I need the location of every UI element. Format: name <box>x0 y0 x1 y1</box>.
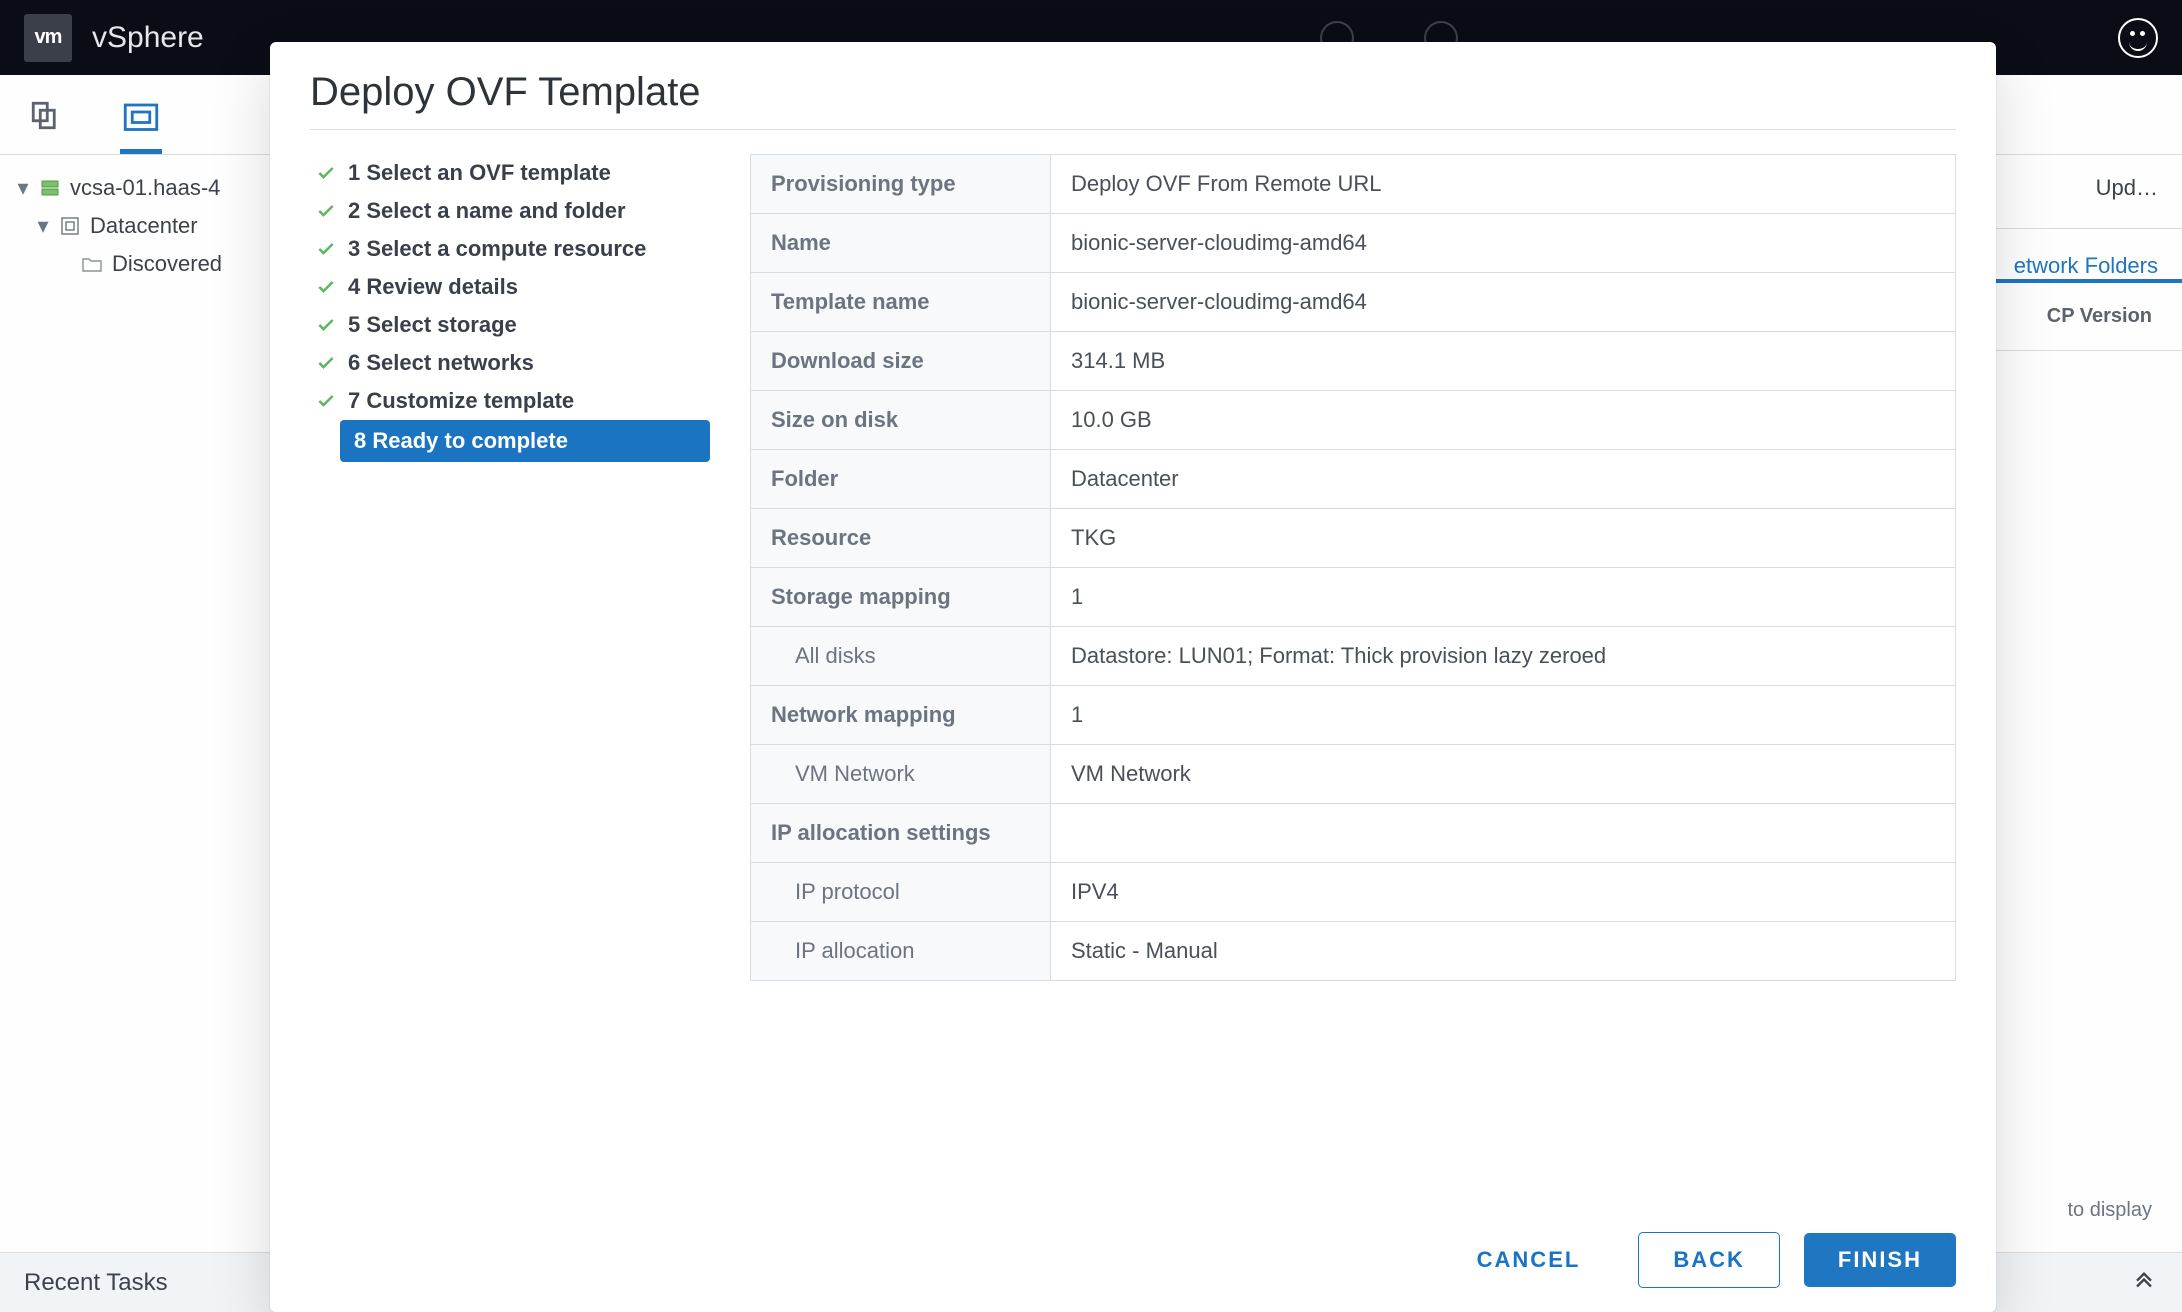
cancel-button[interactable]: CANCEL <box>1443 1233 1615 1287</box>
summary-value: 1 <box>1051 568 1956 627</box>
summary-key: Folder <box>751 450 1051 509</box>
step-2-name-folder[interactable]: 2 Select a name and folder <box>310 192 710 230</box>
check-icon <box>316 163 336 183</box>
check-icon <box>316 353 336 373</box>
row-provisioning-type: Provisioning type Deploy OVF From Remote… <box>751 155 1956 214</box>
vmware-logo: vm <box>24 14 72 62</box>
row-storage-mapping: Storage mapping 1 <box>751 568 1956 627</box>
summary-key: All disks <box>751 627 1051 686</box>
step-label: 2 Select a name and folder <box>348 198 626 224</box>
summary-key: IP protocol <box>751 863 1051 922</box>
row-template-name: Template name bionic-server-cloudimg-amd… <box>751 273 1956 332</box>
step-4-review[interactable]: 4 Review details <box>310 268 710 306</box>
check-icon <box>316 315 336 335</box>
step-label: 1 Select an OVF template <box>348 160 611 186</box>
step-3-compute[interactable]: 3 Select a compute resource <box>310 230 710 268</box>
check-icon <box>316 391 336 411</box>
row-ip-allocation: IP allocation Static - Manual <box>751 922 1956 981</box>
summary-key: IP allocation <box>751 922 1051 981</box>
wizard-steps: 1 Select an OVF template 2 Select a name… <box>310 154 710 1204</box>
summary-value: VM Network <box>1051 745 1956 804</box>
summary-key: IP allocation settings <box>751 804 1051 863</box>
back-button[interactable]: BACK <box>1638 1232 1780 1288</box>
dialog-footer: CANCEL BACK FINISH <box>310 1204 1956 1288</box>
step-7-customize[interactable]: 7 Customize template <box>310 382 710 420</box>
brand-text: vSphere <box>92 21 204 55</box>
summary-key: Template name <box>751 273 1051 332</box>
row-ip-allocation-settings: IP allocation settings <box>751 804 1956 863</box>
summary-key: Download size <box>751 332 1051 391</box>
summary-key: Resource <box>751 509 1051 568</box>
summary-value: Datastore: LUN01; Format: Thick provisio… <box>1051 627 1956 686</box>
finish-button[interactable]: FINISH <box>1804 1233 1956 1287</box>
summary-key: Provisioning type <box>751 155 1051 214</box>
summary-key: Network mapping <box>751 686 1051 745</box>
check-icon <box>316 277 336 297</box>
step-label: 7 Customize template <box>348 388 574 414</box>
row-ip-protocol: IP protocol IPV4 <box>751 863 1956 922</box>
summary-value: 1 <box>1051 686 1956 745</box>
step-label: 4 Review details <box>348 274 518 300</box>
row-all-disks: All disks Datastore: LUN01; Format: Thic… <box>751 627 1956 686</box>
step-label: 5 Select storage <box>348 312 517 338</box>
summary-value: 10.0 GB <box>1051 391 1956 450</box>
summary-value: TKG <box>1051 509 1956 568</box>
summary-value: Datacenter <box>1051 450 1956 509</box>
summary-value: Deploy OVF From Remote URL <box>1051 155 1956 214</box>
row-size-on-disk: Size on disk 10.0 GB <box>751 391 1956 450</box>
check-icon <box>316 239 336 259</box>
row-name: Name bionic-server-cloudimg-amd64 <box>751 214 1956 273</box>
row-resource: Resource TKG <box>751 509 1956 568</box>
summary-value: IPV4 <box>1051 863 1956 922</box>
summary-key: Name <box>751 214 1051 273</box>
summary-value: bionic-server-cloudimg-amd64 <box>1051 214 1956 273</box>
step-1-select-ovf[interactable]: 1 Select an OVF template <box>310 154 710 192</box>
summary-value: bionic-server-cloudimg-amd64 <box>1051 273 1956 332</box>
summary-value <box>1051 804 1956 863</box>
step-label: 8 Ready to complete <box>354 428 568 454</box>
check-icon <box>316 201 336 221</box>
deploy-ovf-dialog: Deploy OVF Template 1 Select an OVF temp… <box>270 42 1996 1312</box>
step-5-storage[interactable]: 5 Select storage <box>310 306 710 344</box>
summary-value: 314.1 MB <box>1051 332 1956 391</box>
row-network-mapping: Network mapping 1 <box>751 686 1956 745</box>
summary-table: Provisioning type Deploy OVF From Remote… <box>750 154 1956 981</box>
step-6-networks[interactable]: 6 Select networks <box>310 344 710 382</box>
summary-key: Size on disk <box>751 391 1051 450</box>
feedback-smiley-icon[interactable] <box>2118 18 2158 58</box>
row-download-size: Download size 314.1 MB <box>751 332 1956 391</box>
dialog-title: Deploy OVF Template <box>310 70 1956 130</box>
summary-panel: Provisioning type Deploy OVF From Remote… <box>750 154 1956 1204</box>
summary-key: Storage mapping <box>751 568 1051 627</box>
summary-value: Static - Manual <box>1051 922 1956 981</box>
summary-key: VM Network <box>751 745 1051 804</box>
step-8-ready[interactable]: 8 Ready to complete <box>340 420 710 462</box>
step-label: 6 Select networks <box>348 350 534 376</box>
row-vm-network: VM Network VM Network <box>751 745 1956 804</box>
step-label: 3 Select a compute resource <box>348 236 646 262</box>
row-folder: Folder Datacenter <box>751 450 1956 509</box>
